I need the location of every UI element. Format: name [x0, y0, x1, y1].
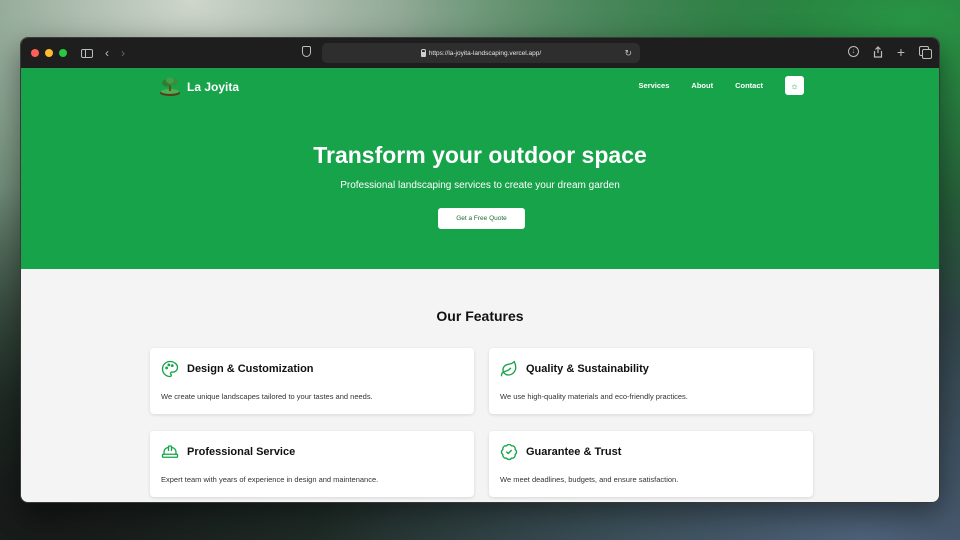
features-heading: Our Features: [436, 308, 524, 324]
features-section: Our Features Design & Customization We c…: [21, 269, 939, 502]
feature-card-design: Design & Customization We create unique …: [150, 348, 474, 414]
badge-check-icon: [500, 443, 518, 461]
main-nav: Services About Contact ☼: [639, 76, 804, 95]
nav-link-about[interactable]: About: [691, 81, 713, 90]
feature-title: Quality & Sustainability: [526, 363, 649, 375]
url-text: https://la-joyita-landscaping.vercel.app…: [428, 49, 542, 57]
close-window-button[interactable]: [31, 49, 39, 57]
back-icon[interactable]: ‹: [105, 46, 109, 60]
minimize-window-button[interactable]: [45, 49, 53, 57]
lock-icon: [420, 48, 426, 57]
feature-card-service: Professional Service Expert team with ye…: [150, 431, 474, 497]
privacy-shield-icon[interactable]: [302, 46, 311, 57]
get-quote-button[interactable]: Get a Free Quote: [438, 208, 525, 229]
share-icon[interactable]: [873, 46, 883, 58]
sun-icon: ☼: [790, 80, 799, 91]
feature-title: Guarantee & Trust: [526, 446, 622, 458]
feature-card-guarantee: Guarantee & Trust We meet deadlines, bud…: [489, 431, 813, 497]
new-tab-icon[interactable]: +: [897, 45, 905, 59]
nav-link-services[interactable]: Services: [639, 81, 670, 90]
nav-link-contact[interactable]: Contact: [735, 81, 763, 90]
address-bar[interactable]: https://la-joyita-landscaping.vercel.app…: [322, 43, 640, 63]
feature-title: Professional Service: [187, 446, 296, 458]
feature-description: We create unique landscapes tailored to …: [161, 392, 373, 401]
hero-subtitle: Professional landscaping services to cre…: [340, 180, 620, 191]
hero-section: La Joyita Services About Contact ☼ Trans…: [21, 68, 939, 269]
browser-toolbar: ‹ › https://la-joyita-landscaping.vercel…: [21, 38, 939, 68]
toolbar-actions: ↓ +: [847, 45, 932, 59]
maximize-window-button[interactable]: [59, 49, 67, 57]
palette-icon: [161, 360, 179, 378]
tree-logo-icon: [159, 77, 181, 97]
brand-name: La Joyita: [187, 80, 240, 94]
tab-overview-icon[interactable]: [919, 46, 932, 59]
browser-window: ‹ › https://la-joyita-landscaping.vercel…: [20, 37, 940, 503]
feature-description: We use high-quality materials and eco-fr…: [500, 392, 688, 401]
downloads-icon[interactable]: ↓: [847, 46, 859, 57]
window-controls: [31, 49, 67, 57]
theme-toggle-button[interactable]: ☼: [785, 76, 804, 95]
feature-card-quality: Quality & Sustainability We use high-qua…: [489, 348, 813, 414]
reload-icon[interactable]: ↻: [624, 48, 632, 59]
feature-description: Expert team with years of experience in …: [161, 475, 379, 484]
forward-icon[interactable]: ›: [121, 46, 125, 60]
feature-title: Design & Customization: [187, 363, 314, 375]
feature-description: We meet deadlines, budgets, and ensure s…: [500, 475, 679, 484]
leaf-icon: [500, 360, 518, 378]
history-navigation: ‹ ›: [105, 46, 125, 60]
sidebar-toggle-icon[interactable]: [81, 48, 93, 58]
brand[interactable]: La Joyita: [159, 77, 239, 97]
hero-title: Transform your outdoor space: [313, 142, 647, 168]
hard-hat-icon: [161, 443, 179, 461]
